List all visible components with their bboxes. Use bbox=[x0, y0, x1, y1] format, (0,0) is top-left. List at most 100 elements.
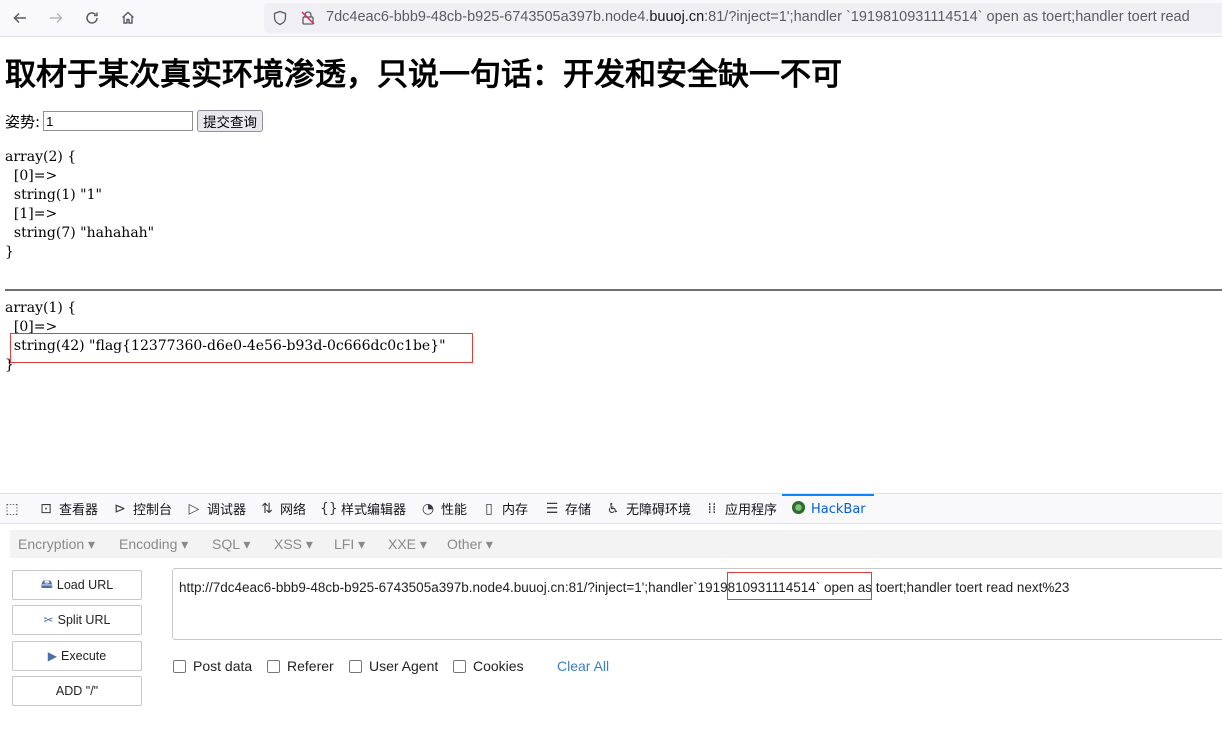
option-user-agent[interactable]: User Agent bbox=[349, 658, 438, 674]
tab-console[interactable]: ⊳ 控制台 bbox=[112, 494, 172, 523]
tab-label: 查看器 bbox=[59, 503, 99, 518]
url-text: 7dc4eac6-bbb9-48cb-b925-6743505a397b.nod… bbox=[326, 9, 1190, 25]
tab-performance[interactable]: ◔ 性能 bbox=[420, 494, 467, 523]
forward-arrow-icon bbox=[50, 12, 63, 24]
shield-icon bbox=[273, 10, 287, 26]
application-icon: ⁞⁞ bbox=[707, 500, 717, 517]
menu-other[interactable]: Other ▾ bbox=[447, 536, 493, 553]
tab-label: HackBar bbox=[811, 502, 866, 517]
menu-sql[interactable]: SQL ▾ bbox=[212, 536, 250, 553]
reload-icon bbox=[86, 12, 98, 24]
button-label: Load URL bbox=[56, 578, 114, 592]
tab-hackbar[interactable]: HackBar bbox=[782, 494, 874, 523]
network-icon: ⇅ bbox=[261, 500, 273, 517]
style-editor-icon: {} bbox=[320, 500, 338, 517]
back-button[interactable] bbox=[8, 6, 32, 30]
option-referer[interactable]: Referer bbox=[267, 658, 334, 674]
url-prefix: 7dc4eac6-bbb9-48cb-b925-6743505a397b.nod… bbox=[326, 9, 650, 25]
pick-element-button[interactable]: ⬚ bbox=[4, 494, 25, 523]
tab-label: 内存 bbox=[502, 503, 529, 518]
execute-button[interactable]: ▶ Execute bbox=[12, 641, 142, 671]
url-part: http://7dc4eac6-bbb9-48cb-b925-6743505a3… bbox=[179, 580, 694, 595]
hackbar-icon bbox=[790, 500, 806, 519]
inspector-icon: ⊡ bbox=[40, 500, 52, 517]
play-icon: ▶ bbox=[47, 649, 58, 663]
dump-output-1: array(2) { [0]=> string(1) "1" [1]=> str… bbox=[5, 149, 155, 260]
menu-label: Encoding bbox=[119, 536, 178, 552]
option-label: User Agent bbox=[369, 658, 439, 674]
flag-highlight-box bbox=[10, 333, 473, 363]
checkbox[interactable] bbox=[349, 659, 362, 673]
menu-label: XSS bbox=[274, 536, 303, 552]
button-label: ADD "/" bbox=[55, 684, 99, 698]
hackbar-url-text: http://7dc4eac6-bbb9-48cb-b925-6743505a3… bbox=[179, 580, 1069, 595]
reload-button[interactable] bbox=[80, 6, 104, 30]
storage-icon: ☰ bbox=[545, 500, 559, 517]
pick-element-icon: ⬚ bbox=[5, 500, 19, 517]
tab-label: 存储 bbox=[565, 503, 592, 518]
scissors-icon: ✂ bbox=[43, 613, 54, 627]
form-label: 姿势: bbox=[5, 112, 41, 131]
option-cookies[interactable]: Cookies bbox=[453, 658, 524, 674]
tab-style-editor[interactable]: {} 样式编辑器 bbox=[320, 494, 406, 523]
accessibility-icon: ♿ bbox=[606, 500, 620, 517]
tab-label: 网络 bbox=[280, 503, 307, 518]
option-label: Post data bbox=[193, 658, 253, 674]
menu-xss[interactable]: XSS ▾ bbox=[274, 536, 313, 553]
back-arrow-icon bbox=[13, 12, 26, 24]
hackbar-url-textarea[interactable]: http://7dc4eac6-bbb9-48cb-b925-6743505a3… bbox=[172, 568, 1222, 640]
tab-debugger[interactable]: ▷ 调试器 bbox=[186, 494, 246, 523]
url-suffix: :81/?inject=1';handler `1919810931114514… bbox=[704, 9, 1190, 25]
menu-encoding[interactable]: Encoding ▾ bbox=[119, 536, 188, 553]
insecure-lock-icon bbox=[301, 11, 315, 25]
tab-label: 控制台 bbox=[133, 503, 173, 518]
home-icon bbox=[122, 11, 134, 24]
option-label: Cookies bbox=[473, 658, 524, 674]
submit-button[interactable]: 提交查询 bbox=[197, 110, 264, 132]
browser-toolbar: 7dc4eac6-bbb9-48cb-b925-6743505a397b.nod… bbox=[0, 0, 1222, 37]
menu-label: Encryption bbox=[18, 536, 85, 552]
load-icon: 🖴 bbox=[40, 576, 53, 591]
menu-label: LFI bbox=[334, 536, 355, 552]
checkbox[interactable] bbox=[173, 659, 186, 673]
page-content: 取材于某次真实环境渗透，只说一句话：开发和安全缺一不可 姿势: 提交查询 arr… bbox=[0, 37, 1222, 493]
forward-button[interactable] bbox=[44, 6, 68, 30]
split-url-button[interactable]: ✂ Split URL bbox=[12, 605, 142, 635]
option-label: Referer bbox=[287, 658, 334, 674]
menu-xxe[interactable]: XXE ▾ bbox=[388, 536, 427, 553]
home-button[interactable] bbox=[116, 6, 140, 30]
inject-input[interactable] bbox=[43, 111, 194, 131]
debugger-icon: ▷ bbox=[188, 500, 200, 517]
tab-inspector[interactable]: ⊡ 查看器 bbox=[38, 494, 98, 523]
menu-label: XXE bbox=[388, 536, 417, 552]
tab-label: 调试器 bbox=[207, 503, 247, 518]
tab-application[interactable]: ⁞⁞ 应用程序 bbox=[704, 494, 777, 523]
load-url-button[interactable]: 🖴 Load URL bbox=[12, 570, 142, 600]
devtools-tabbar: ⬚ ⊡ 查看器 ⊳ 控制台 ▷ 调试器 ⇅ 网络 {} 样式编辑器 ◔ 性能 ▯ 内存 ☰ 存储… bbox=[0, 493, 1222, 524]
button-label: Split URL bbox=[57, 613, 111, 627]
add-slash-button[interactable]: ADD "/" bbox=[12, 676, 142, 706]
query-form: 姿势: 提交查询 bbox=[5, 110, 264, 132]
hackbar-menu: Encryption ▾ Encoding ▾ SQL ▾ XSS ▾ LFI … bbox=[10, 530, 1222, 558]
tab-accessibility[interactable]: ♿ 无障碍环境 bbox=[605, 494, 691, 523]
checkbox[interactable] bbox=[453, 659, 466, 673]
option-post-data[interactable]: Post data bbox=[173, 658, 252, 674]
checkbox[interactable] bbox=[267, 659, 280, 673]
tab-label: 应用程序 bbox=[725, 503, 778, 518]
menu-label: Other bbox=[447, 536, 483, 552]
divider bbox=[5, 289, 1222, 291]
clear-all-link[interactable]: Clear All bbox=[557, 658, 609, 674]
url-domain: buuoj.cn bbox=[649, 9, 705, 25]
tab-storage[interactable]: ☰ 存储 bbox=[544, 494, 591, 523]
tab-label: 无障碍环境 bbox=[626, 503, 692, 518]
menu-label: SQL bbox=[212, 536, 240, 552]
tab-memory[interactable]: ▯ 内存 bbox=[481, 494, 528, 523]
dump2-line: array(1) { bbox=[5, 300, 77, 316]
memory-icon: ▯ bbox=[485, 500, 493, 517]
address-bar[interactable]: 7dc4eac6-bbb9-48cb-b925-6743505a397b.nod… bbox=[264, 3, 1222, 33]
menu-lfi[interactable]: LFI ▾ bbox=[334, 536, 365, 553]
tab-network[interactable]: ⇅ 网络 bbox=[259, 494, 306, 523]
menu-encryption[interactable]: Encryption ▾ bbox=[18, 536, 95, 553]
performance-icon: ◔ bbox=[421, 500, 435, 517]
tab-label: 样式编辑器 bbox=[341, 503, 407, 518]
